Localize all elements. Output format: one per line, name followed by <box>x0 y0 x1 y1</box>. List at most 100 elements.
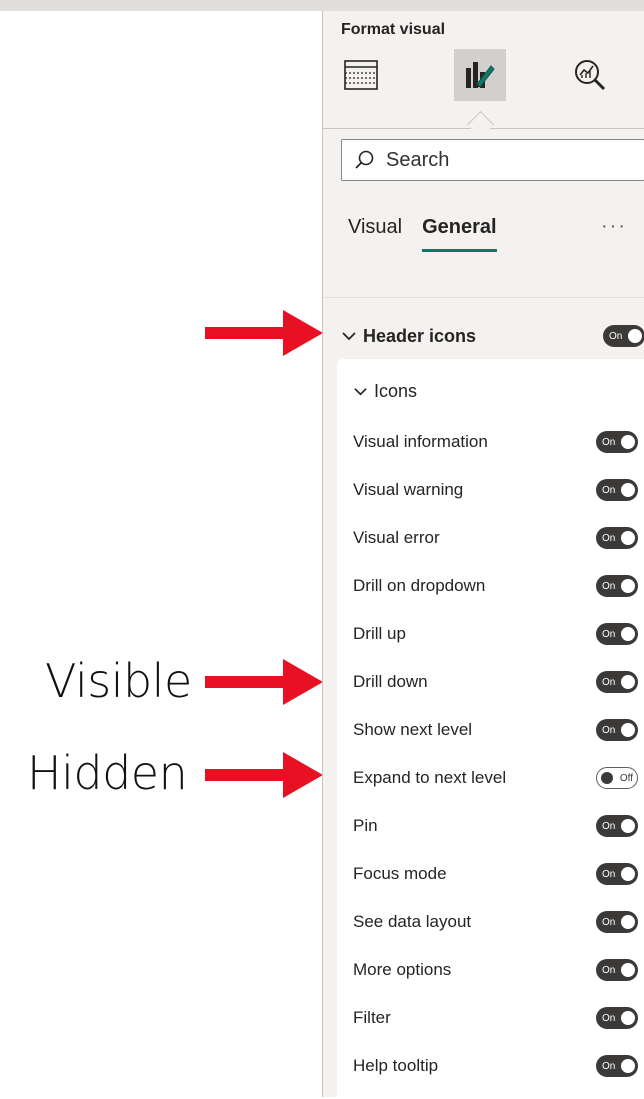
top-bar <box>0 0 644 11</box>
icon-setting-row: Drill up On <box>353 621 638 647</box>
focus-mode-toggle[interactable]: On <box>596 863 638 885</box>
toggle-knob <box>621 867 635 881</box>
toggle-knob <box>621 435 635 449</box>
header-icons-section[interactable]: Header icons On <box>341 321 644 351</box>
toggle-knob <box>621 963 635 977</box>
toggle-knob <box>621 915 635 929</box>
setting-label: Visual information <box>353 432 488 451</box>
toggle-knob <box>628 329 642 343</box>
toggle-state: On <box>602 724 616 736</box>
format-visual-pane: Format visual Search Visual General ··· … <box>322 11 644 1099</box>
toggle-state: On <box>602 676 616 688</box>
active-icon-indicator <box>467 111 494 138</box>
analytics-button[interactable] <box>564 49 616 101</box>
search-box[interactable] <box>341 139 644 181</box>
section-label: Header icons <box>363 325 477 346</box>
icon-setting-row: Show next level On <box>353 717 638 743</box>
chevron-down-icon <box>354 388 367 396</box>
toggle-state: On <box>602 628 616 640</box>
drill-on-dropdown-toggle[interactable]: On <box>596 575 638 597</box>
toggle-state: On <box>602 532 616 544</box>
arrow-to-expand-to-next-level <box>205 752 323 798</box>
toggle-state: On <box>609 330 623 342</box>
icon-setting-row: Visual warning On <box>353 477 638 503</box>
toggle-knob <box>621 819 635 833</box>
icon-setting-row: Drill on dropdown On <box>353 573 638 599</box>
setting-label: Focus mode <box>353 864 447 883</box>
icon-setting-row: Visual information On <box>353 429 638 455</box>
setting-label: More options <box>353 960 452 979</box>
setting-label: Pin <box>353 816 378 835</box>
setting-label: See data layout <box>353 912 472 931</box>
icon-setting-row: Focus mode On <box>353 861 638 887</box>
toggle-knob <box>621 627 635 641</box>
toggle-knob <box>621 675 635 689</box>
icon-setting-row: More options On <box>353 957 638 983</box>
build-visual-icon <box>344 60 378 90</box>
show-next-level-toggle[interactable]: On <box>596 719 638 741</box>
drill-up-toggle[interactable]: On <box>596 623 638 645</box>
icons-subsection[interactable]: Icons <box>353 381 417 402</box>
visual-error-toggle[interactable]: On <box>596 527 638 549</box>
icon-setting-row: Help tooltip On <box>353 1053 638 1079</box>
toggle-state: Off <box>619 772 633 784</box>
icon-setting-row: Visual error On <box>353 525 638 551</box>
setting-label: Visual error <box>353 528 440 547</box>
icon-setting-row: Drill down On <box>353 669 638 695</box>
tab-general[interactable]: General <box>422 216 497 252</box>
search-input[interactable] <box>384 147 628 173</box>
hidden-annotation-label: Hidden <box>27 746 188 800</box>
more-options-icon[interactable]: ··· <box>601 215 627 238</box>
toggle-knob <box>621 579 635 593</box>
subsection-label: Icons <box>374 381 418 401</box>
drill-down-toggle[interactable]: On <box>596 671 638 693</box>
visual-information-toggle[interactable]: On <box>596 431 638 453</box>
toggle-state: On <box>602 868 616 880</box>
toggle-state: On <box>602 964 616 976</box>
icon-setting-row: Expand to next level Off <box>353 765 638 791</box>
icon-setting-row: Filter On <box>353 1005 638 1031</box>
setting-label: Drill up <box>353 624 406 643</box>
icon-setting-row: Pin On <box>353 813 638 839</box>
format-tabs: Visual General <box>348 216 497 252</box>
tab-visual[interactable]: Visual <box>348 216 402 252</box>
visible-annotation-label: Visible <box>45 654 192 708</box>
visual-warning-toggle[interactable]: On <box>596 479 638 501</box>
toggle-state: On <box>602 436 616 448</box>
expand-to-next-level-toggle[interactable]: Off <box>596 767 638 789</box>
setting-label: Drill on dropdown <box>353 576 486 595</box>
build-visual-button[interactable] <box>335 49 387 101</box>
icon-setting-row: See data layout On <box>353 909 638 935</box>
setting-label: Visual warning <box>353 480 464 499</box>
setting-label: Expand to next level <box>353 768 507 787</box>
header-icons-toggle[interactable]: On <box>603 325 644 347</box>
setting-label: Drill down <box>353 672 428 691</box>
format-visual-icon <box>466 62 495 88</box>
more-options-toggle[interactable]: On <box>596 959 638 981</box>
tabs-divider <box>323 297 644 298</box>
toggle-knob <box>621 483 635 497</box>
pin-toggle[interactable]: On <box>596 815 638 837</box>
arrow-to-header-icons <box>205 310 323 356</box>
pane-title: Format visual <box>341 21 446 38</box>
see-data-layout-toggle[interactable]: On <box>596 911 638 933</box>
search-icon <box>355 150 374 169</box>
toggle-state: On <box>602 820 616 832</box>
setting-label: Filter <box>353 1008 391 1027</box>
toggle-knob <box>621 531 635 545</box>
toggle-knob <box>621 723 635 737</box>
toggle-state: On <box>602 484 616 496</box>
setting-label: Help tooltip <box>353 1056 439 1075</box>
arrow-to-drill-down <box>205 659 323 705</box>
toggle-state: On <box>602 580 616 592</box>
format-visual-button[interactable] <box>454 49 506 101</box>
toggle-knob <box>621 1011 635 1025</box>
toggle-state: On <box>602 1060 616 1072</box>
toggle-knob <box>621 1059 635 1073</box>
help-tooltip-toggle[interactable]: On <box>596 1055 638 1077</box>
toggle-state: On <box>602 1012 616 1024</box>
chevron-down-icon <box>342 332 356 341</box>
filter-toggle[interactable]: On <box>596 1007 638 1029</box>
setting-label: Show next level <box>353 720 473 739</box>
toggle-state: On <box>602 916 616 928</box>
